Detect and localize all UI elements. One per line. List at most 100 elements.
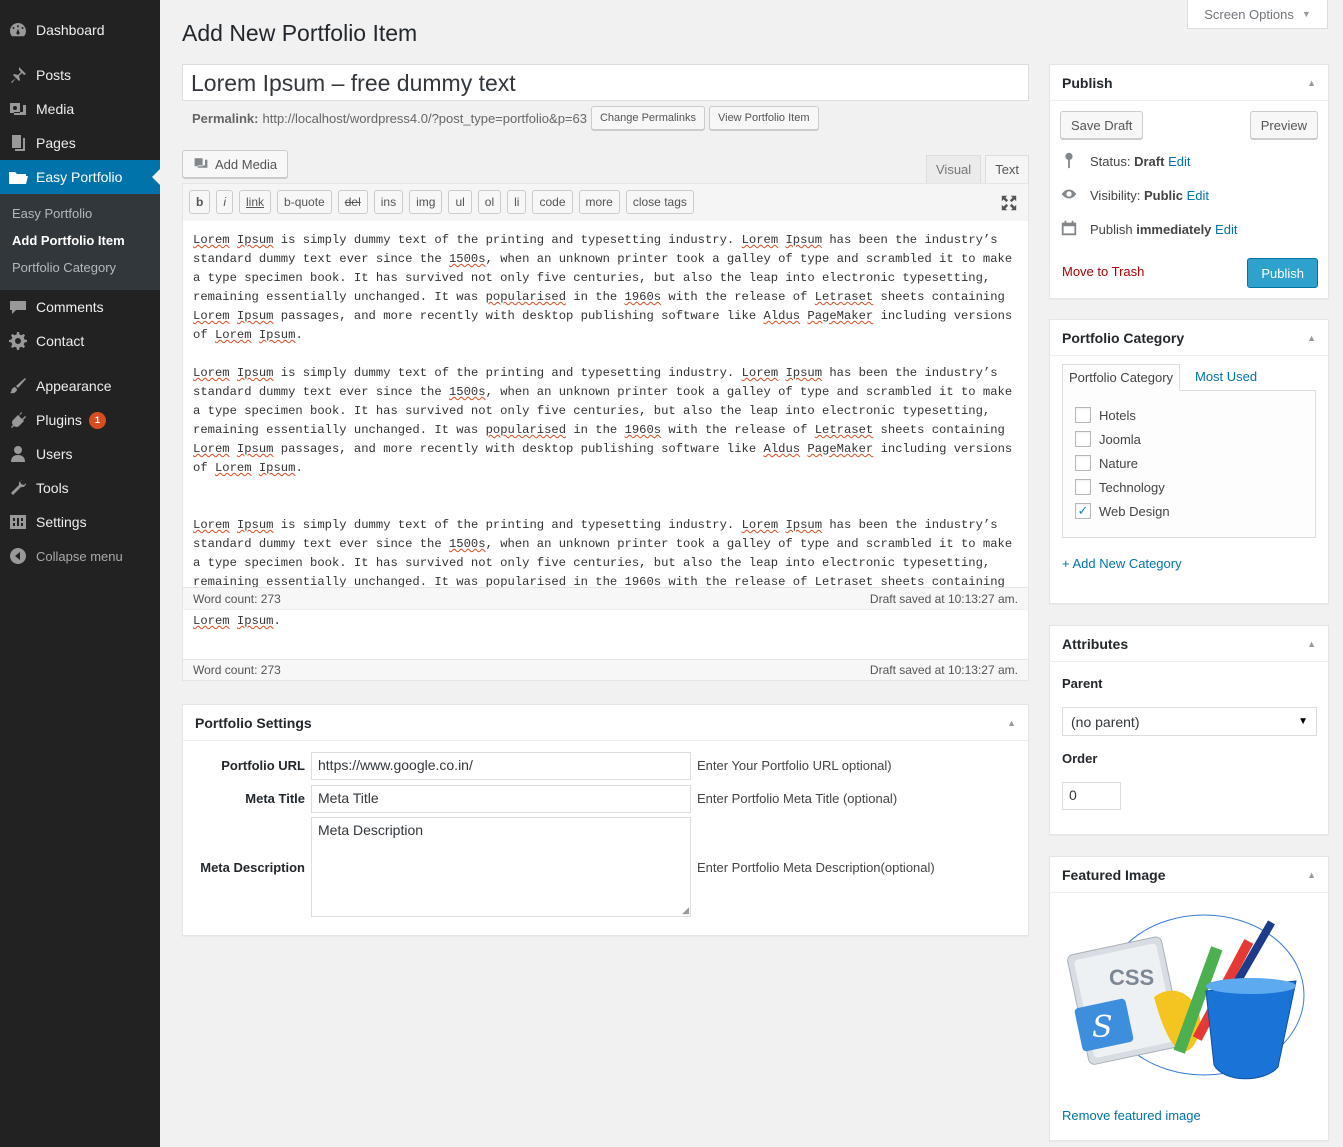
featured-image-box: Featured Image ▲ CSS S Remove featured i… [1049, 856, 1329, 1141]
featured-image-header[interactable]: Featured Image ▲ [1050, 857, 1328, 893]
portfolio-url-input[interactable]: https://www.google.co.in/ [311, 751, 691, 780]
checkbox[interactable] [1075, 431, 1091, 447]
sidebar-item-media[interactable]: Media [0, 92, 160, 126]
order-input[interactable]: 0 [1062, 782, 1121, 810]
edit-publish-time-link[interactable]: Edit [1215, 222, 1237, 237]
publish-button[interactable]: Publish [1247, 258, 1318, 288]
sidebar-item-pages[interactable]: Pages [0, 126, 160, 160]
sidebar-item-label: Settings [36, 514, 87, 530]
category-label: Joomla [1099, 431, 1141, 447]
qt-ins-button[interactable]: ins [373, 190, 404, 214]
sidebar-item-appearance[interactable]: Appearance [0, 369, 160, 403]
box-title: Portfolio Category [1062, 329, 1185, 346]
meta-title-input[interactable]: Meta Title [311, 784, 691, 813]
qt-bold-button[interactable]: b [189, 190, 211, 214]
sidebar-item-plugins[interactable]: Plugins 1 [0, 403, 160, 437]
qt-close-tags-button[interactable]: close tags [625, 190, 694, 214]
dashboard-icon [0, 20, 36, 40]
portfolio-category-header[interactable]: Portfolio Category ▲ [1050, 320, 1328, 356]
tab-all-categories[interactable]: Portfolio Category [1062, 364, 1181, 391]
collapse-arrow-icon[interactable]: ▲ [1307, 639, 1316, 649]
submenu-item-add-portfolio-item[interactable]: Add Portfolio Item [0, 227, 160, 254]
sidebar-item-easy-portfolio[interactable]: Easy Portfolio [0, 160, 160, 194]
category-item-hotels[interactable]: Hotels [1063, 403, 1315, 427]
qt-ol-button[interactable]: ol [477, 190, 502, 214]
qt-del-button[interactable]: del [337, 190, 368, 214]
qt-ul-button[interactable]: ul [448, 190, 472, 214]
sidebar-item-contact[interactable]: Contact [0, 324, 160, 358]
sidebar-item-tools[interactable]: Tools [0, 471, 160, 505]
category-item-nature[interactable]: Nature [1063, 451, 1315, 475]
collapse-arrow-icon[interactable]: ▲ [1307, 870, 1316, 880]
move-to-trash-link[interactable]: Move to Trash [1062, 264, 1144, 279]
change-permalinks-button[interactable]: Change Permalinks [590, 106, 705, 130]
publish-value: immediately [1136, 222, 1212, 237]
featured-image[interactable]: CSS S [1064, 905, 1314, 1085]
sidebar-item-label: Appearance [36, 378, 112, 394]
text-run: with the release of [661, 290, 815, 304]
screen-options-button[interactable]: Screen Options ▼ [1187, 0, 1328, 29]
portfolio-settings-header[interactable]: Portfolio Settings ▲ [183, 705, 1028, 741]
collapse-menu[interactable]: Collapse menu [0, 539, 160, 573]
media-icon [193, 155, 209, 174]
sidebar-item-comments[interactable]: Comments [0, 290, 160, 324]
portfolio-url-hint: Enter Your Portfolio URL optional) [697, 758, 892, 773]
submenu-item-easy-portfolio[interactable]: Easy Portfolio [0, 200, 160, 227]
remove-featured-image-link[interactable]: Remove featured image [1062, 1108, 1201, 1123]
checkbox[interactable] [1075, 455, 1091, 471]
sidebar-item-posts[interactable]: Posts [0, 58, 160, 92]
submenu-item-portfolio-category[interactable]: Portfolio Category [0, 254, 160, 281]
category-item-web-design[interactable]: ✓ Web Design [1063, 499, 1315, 523]
text-run: . [273, 614, 281, 628]
checkbox[interactable] [1075, 407, 1091, 423]
checkbox[interactable] [1075, 479, 1091, 495]
qt-img-button[interactable]: img [409, 190, 443, 214]
sidebar-item-label: Contact [36, 333, 85, 349]
collapse-arrow-icon[interactable]: ▲ [1307, 333, 1316, 343]
css-design-illustration: CSS S [1067, 914, 1305, 1080]
content-textarea[interactable]: Lorem Ipsum is simply dummy text of the … [182, 221, 1029, 587]
collapse-arrow-icon[interactable]: ▲ [1007, 718, 1016, 728]
resize-handle-icon[interactable]: ◢ [682, 905, 689, 916]
misspelled-word: Lorem [193, 518, 230, 532]
attributes-header[interactable]: Attributes ▲ [1050, 626, 1328, 662]
fullscreen-icon[interactable] [1000, 194, 1018, 212]
qt-more-button[interactable]: more [578, 190, 620, 214]
add-media-label: Add Media [215, 156, 278, 172]
save-draft-button[interactable]: Save Draft [1060, 111, 1144, 139]
preview-button[interactable]: Preview [1249, 111, 1318, 139]
tab-visual[interactable]: Visual [926, 155, 982, 183]
collapse-arrow-icon[interactable]: ▲ [1307, 78, 1316, 88]
qt-link-button[interactable]: link [239, 190, 272, 214]
qt-italic-button[interactable]: i [216, 190, 234, 214]
add-media-button[interactable]: Add Media [182, 150, 289, 178]
tab-text[interactable]: Text [985, 155, 1030, 183]
add-new-category-link[interactable]: + Add New Category [1062, 556, 1182, 571]
meta-description-textarea[interactable]: Meta Description ◢ [311, 817, 691, 917]
parent-select[interactable]: (no parent) ▼ [1062, 707, 1317, 736]
text-run: . [295, 328, 303, 342]
dropdown-arrow-icon: ▼ [1298, 716, 1308, 727]
parent-label: Parent [1062, 676, 1103, 691]
category-item-joomla[interactable]: Joomla [1063, 427, 1315, 451]
draft-saved-status: Draft saved at 10:13:27 am. [869, 663, 1018, 677]
post-title-input[interactable]: Lorem Ipsum – free dummy text [182, 64, 1029, 101]
sidebar-item-users[interactable]: Users [0, 437, 160, 471]
misspelled-word: Aldus [763, 309, 801, 323]
sidebar-item-settings[interactable]: Settings [0, 505, 160, 539]
publish-header[interactable]: Publish ▲ [1050, 65, 1328, 101]
view-portfolio-item-button[interactable]: View Portfolio Item [708, 106, 819, 130]
tab-most-used[interactable]: Most Used [1195, 369, 1257, 384]
edit-visibility-link[interactable]: Edit [1187, 188, 1209, 203]
qt-li-button[interactable]: li [507, 190, 527, 214]
category-item-technology[interactable]: Technology [1063, 475, 1315, 499]
qt-bquote-button[interactable]: b-quote [277, 190, 332, 214]
qt-code-button[interactable]: code [532, 190, 573, 214]
sidebar-item-label: Tools [36, 480, 69, 496]
edit-status-link[interactable]: Edit [1168, 154, 1190, 169]
sidebar-item-dashboard[interactable]: Dashboard [0, 13, 160, 47]
permalink-url[interactable]: http://localhost/wordpress4.0/?post_type… [262, 111, 587, 126]
checkbox-checked[interactable]: ✓ [1075, 503, 1091, 519]
permalink-label: Permalink: [192, 110, 259, 126]
meta-description-hint: Enter Portfolio Meta Description(optiona… [697, 859, 935, 875]
